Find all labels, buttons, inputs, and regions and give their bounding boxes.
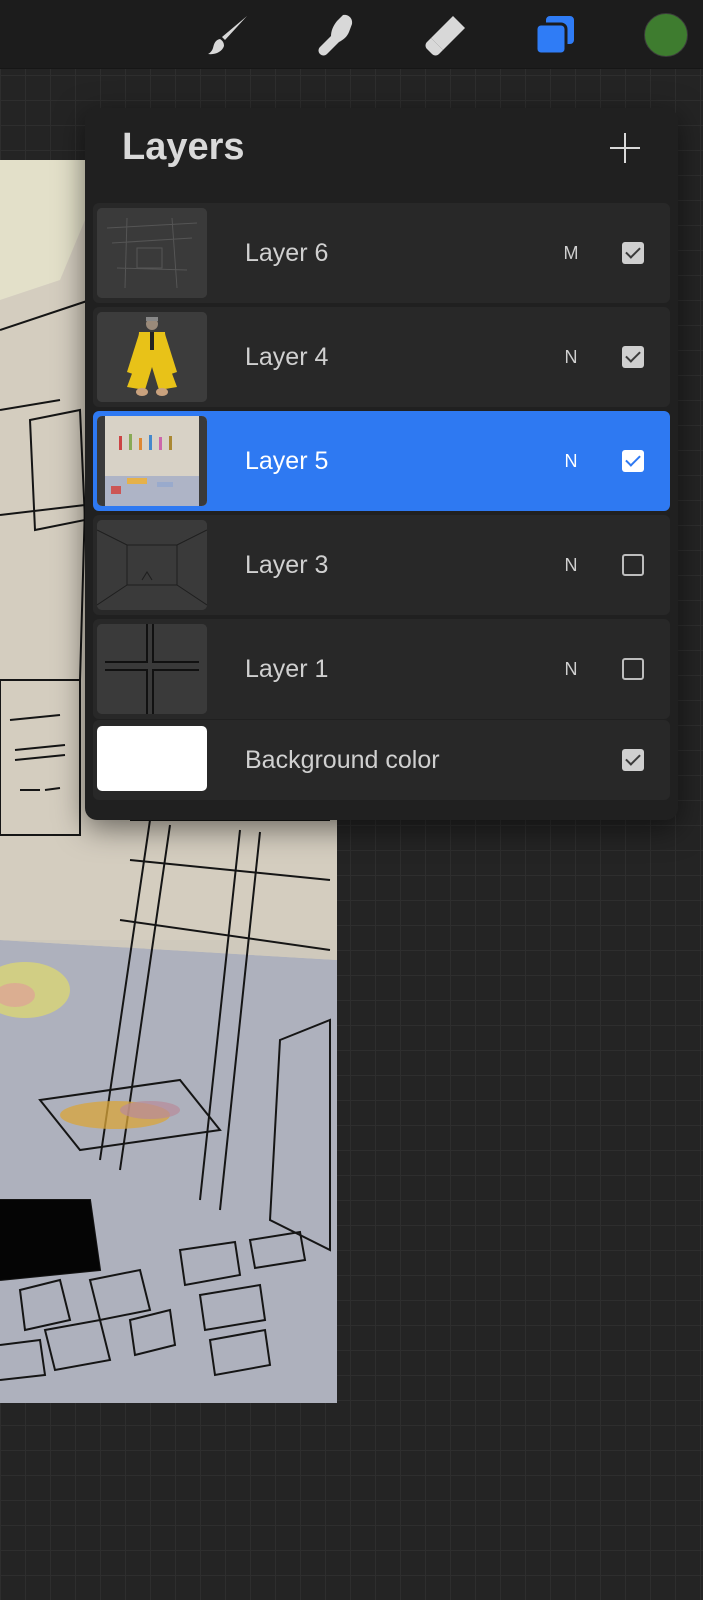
layer-row[interactable]: Layer 6 M [93,203,670,303]
smudge-tool-button[interactable] [313,12,359,58]
layers-icon [534,14,576,56]
blend-mode-button[interactable]: N [559,411,583,511]
eraser-tool-button[interactable] [423,12,469,58]
layer-thumbnail[interactable] [97,416,207,506]
visibility-checkbox[interactable] [622,346,644,368]
visibility-checkbox[interactable] [622,749,644,771]
layer-thumbnail[interactable] [97,208,207,298]
blend-mode-button[interactable]: N [559,619,583,719]
plus-icon[interactable] [605,128,645,168]
visibility-checkbox[interactable] [622,554,644,576]
layer-name: Layer 6 [245,239,329,267]
layer-row[interactable]: Layer 5 N [93,411,670,511]
paintbrush-icon [208,16,247,55]
visibility-checkbox[interactable] [622,658,644,680]
layer-name: Layer 3 [245,551,329,579]
visibility-checkbox[interactable] [622,242,644,264]
visibility-checkbox[interactable] [622,450,644,472]
blend-mode-button[interactable]: M [559,203,583,303]
smudge-finger-icon [318,14,353,56]
blend-mode-button[interactable]: N [559,515,583,615]
layer-row[interactable]: Layer 3 N [93,515,670,615]
background-color-row[interactable]: Background color [93,720,670,800]
layer-row[interactable]: Layer 4 N [93,307,670,407]
layer-thumbnail[interactable] [97,624,207,714]
current-color-swatch[interactable] [644,13,688,57]
eraser-icon [425,16,465,56]
background-color-swatch[interactable] [97,726,207,791]
layer-thumbnail[interactable] [97,520,207,610]
layers-panel: Layers Layer 6 M Layer 4 N Layer 5 N Lay… [85,108,678,820]
layer-name: Background color [245,746,440,774]
layer-row[interactable]: Layer 1 N [93,619,670,719]
top-toolbar [0,0,703,69]
layer-name: Layer 1 [245,655,329,683]
blend-mode-button[interactable]: N [559,307,583,407]
brush-tool-button[interactable] [205,12,251,58]
layer-name: Layer 4 [245,343,329,371]
layer-thumbnail[interactable] [97,312,207,402]
layers-tool-button[interactable] [533,12,579,58]
layer-name: Layer 5 [245,447,329,475]
panel-title: Layers [122,126,245,168]
